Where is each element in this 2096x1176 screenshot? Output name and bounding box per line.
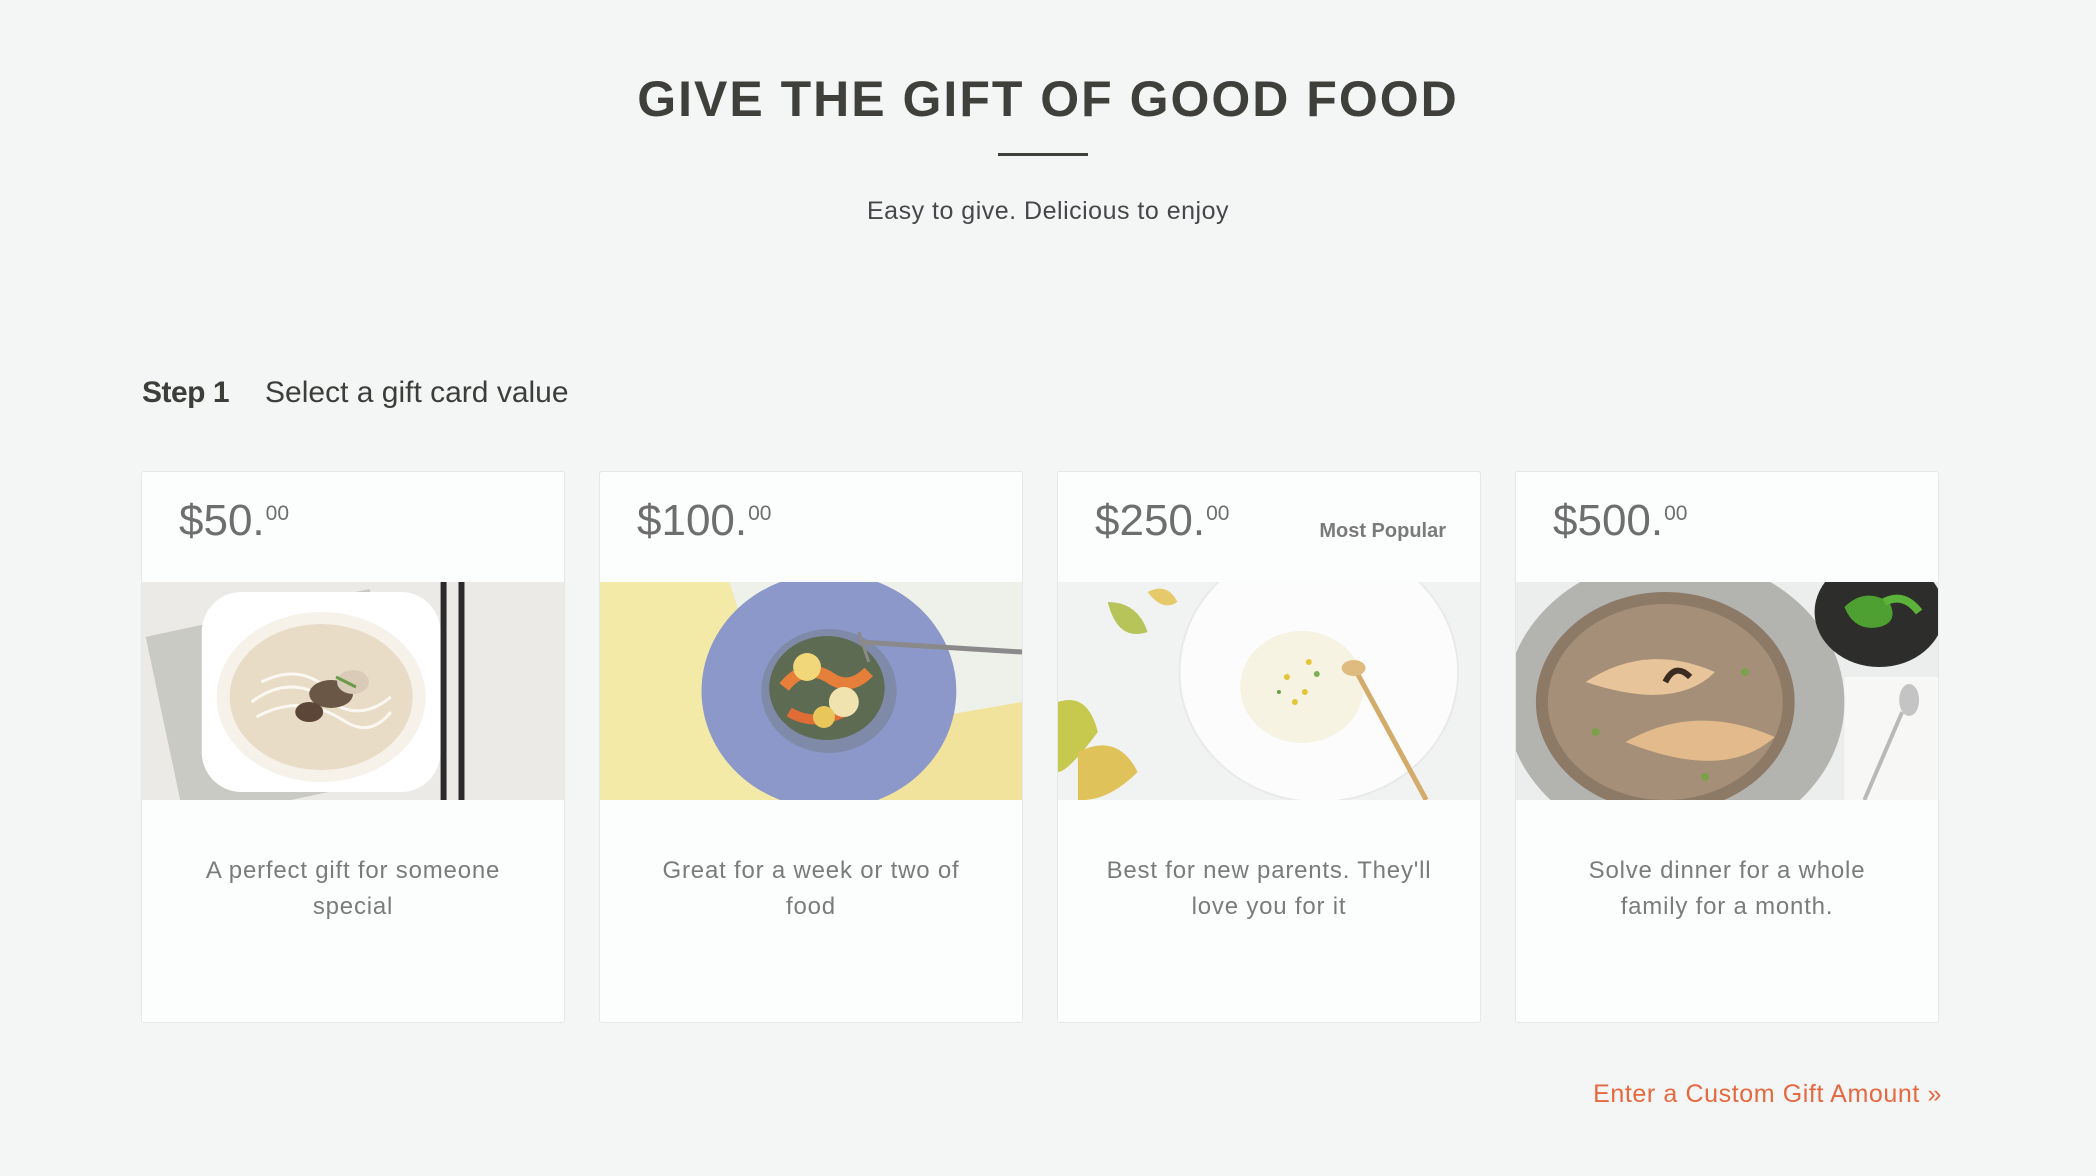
fish-risotto-image (1516, 582, 1938, 800)
price-cents: 00 (1206, 502, 1230, 525)
gift-card-option-250[interactable]: $250. 00 Most Popular Best for new paren… (1057, 471, 1481, 1023)
gift-card-option-500[interactable]: $500. 00 Solve dinner for a whole family… (1515, 471, 1939, 1023)
card-description: Great for a week or two of food (662, 857, 960, 920)
vegetable-pasta-image (600, 582, 1022, 800)
card-price: $50. 00 (179, 496, 289, 546)
card-price: $250. 00 (1095, 496, 1229, 546)
card-description: A perfect gift for someone special (205, 857, 501, 920)
price-cents: 00 (265, 502, 289, 525)
price-dollars: $50. (179, 496, 265, 545)
price-cents: 00 (1664, 502, 1688, 525)
card-description: Best for new parents. They'll love you f… (1106, 857, 1432, 920)
custom-gift-amount-link[interactable]: Enter a Custom Gift Amount » (1593, 1080, 1942, 1109)
most-popular-badge: Most Popular (1319, 520, 1446, 542)
gift-card-option-100[interactable]: $100. 00 Great for a week or two of food (599, 471, 1023, 1023)
step-number: Step 1 (142, 376, 230, 409)
step-label: Select a gift card value (265, 376, 569, 409)
creamy-soup-image (1058, 582, 1480, 800)
price-dollars: $100. (637, 496, 748, 545)
gift-card-page: GIVE THE GIFT OF GOOD FOOD Easy to give.… (0, 0, 2096, 1176)
card-price: $100. 00 (637, 496, 771, 546)
page-subtitle: Easy to give. Delicious to enjoy (866, 197, 1229, 225)
title-divider (998, 153, 1088, 156)
page-title: GIVE THE GIFT OF GOOD FOOD (637, 71, 1459, 127)
price-dollars: $250. (1095, 496, 1206, 545)
gift-card-option-50[interactable]: $50. 00 A perfect gift for someone speci… (141, 471, 565, 1023)
soup-noodles-image (142, 582, 564, 800)
price-dollars: $500. (1553, 496, 1664, 545)
price-cents: 00 (748, 502, 772, 525)
card-price: $500. 00 (1553, 496, 1687, 546)
gift-card-options: $50. 00 A perfect gift for someone speci… (141, 471, 1939, 1023)
card-description: Solve dinner for a whole family for a mo… (1588, 857, 1866, 920)
step-heading: Step 1 Select a gift card value (142, 376, 569, 410)
